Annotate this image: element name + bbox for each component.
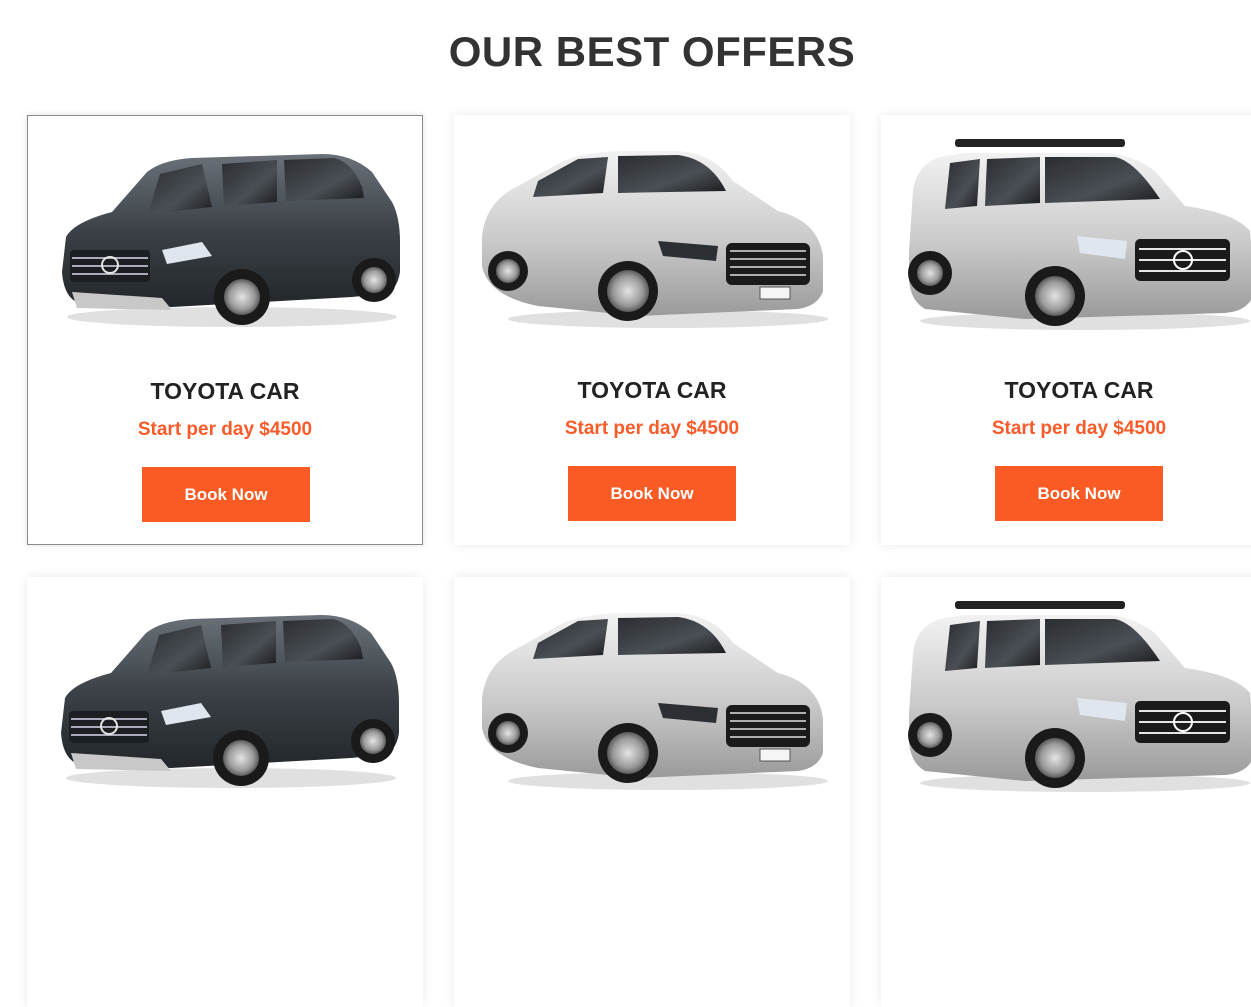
offer-card[interactable]: [454, 577, 850, 1007]
car-price: Start per day $4500: [564, 418, 740, 439]
silver-sedan-image: [482, 151, 828, 328]
car-name: TOYOTA CAR: [150, 378, 300, 404]
book-now-button[interactable]: Book Now: [142, 467, 310, 522]
dark-suv-image: [62, 154, 400, 327]
offer-card[interactable]: TOYOTA CAR Start per day $4500 Book Now: [881, 115, 1251, 545]
offer-card[interactable]: TOYOTA CAR Start per day $4500 Book Now: [454, 115, 850, 545]
dark-suv-image: [61, 615, 399, 788]
car-name: TOYOTA CAR: [1004, 377, 1154, 403]
silver-suv-image: [908, 601, 1251, 792]
offer-card[interactable]: [881, 577, 1251, 1007]
offer-card[interactable]: [27, 577, 423, 1007]
car-name: TOYOTA CAR: [577, 377, 727, 403]
book-now-button[interactable]: Book Now: [568, 466, 736, 521]
book-now-button[interactable]: Book Now: [995, 466, 1163, 521]
section-title: OUR BEST OFFERS: [448, 28, 856, 75]
car-price: Start per day $4500: [137, 419, 313, 440]
car-price: Start per day $4500: [991, 418, 1167, 439]
silver-suv-image: [908, 139, 1251, 330]
offer-card[interactable]: TOYOTA CAR Start per day $4500 Book Now: [27, 115, 423, 545]
silver-sedan-image: [482, 613, 828, 790]
